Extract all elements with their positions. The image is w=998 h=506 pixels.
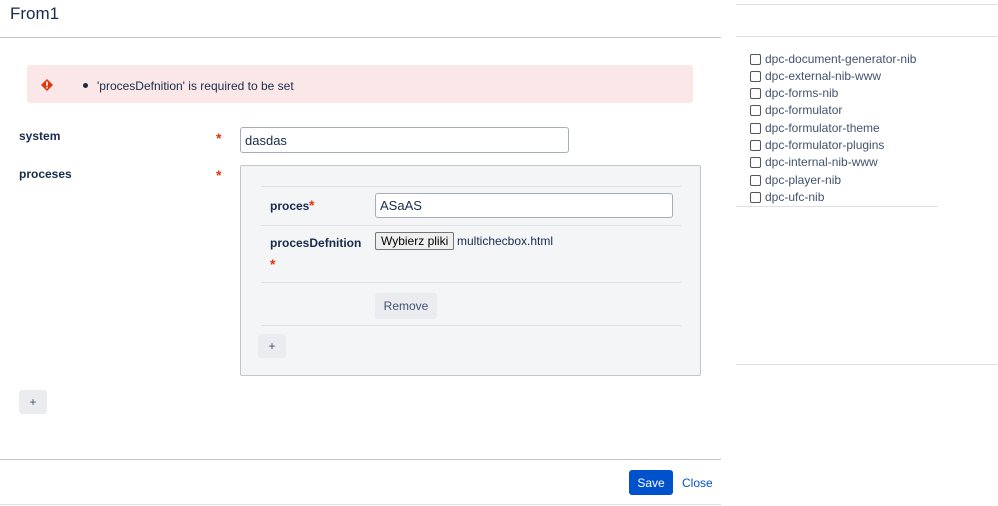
modal-dialog: From1 'procesDefnition' is required to b… [0, 0, 721, 506]
header-divider [0, 37, 721, 38]
system-label: system [19, 129, 61, 143]
add-proces-button[interactable]: + [258, 334, 286, 358]
checkbox-label: dpc-forms-nib [765, 86, 839, 100]
modal-title: From1 [10, 4, 60, 23]
checkbox[interactable] [750, 175, 761, 186]
checkbox[interactable] [750, 123, 761, 134]
add-proceses-button[interactable]: + [19, 390, 47, 414]
row-divider [261, 282, 681, 283]
checkbox-label: dpc-ufc-nib [765, 190, 825, 204]
proceses-required-marker: * [216, 167, 222, 183]
error-bullet [83, 83, 88, 88]
row-divider [261, 186, 681, 187]
selected-file-name: multichecbox.html [457, 234, 554, 248]
checkbox-label: dpc-formulator-plugins [765, 138, 885, 152]
checkbox-label: dpc-formulator-theme [765, 121, 880, 135]
row-divider [261, 225, 681, 226]
footer-divider [0, 459, 721, 460]
sidebar-bottom-divider [736, 364, 998, 365]
system-input[interactable] [240, 127, 569, 153]
row-divider [261, 325, 681, 326]
close-link[interactable]: Close [682, 476, 713, 490]
error-text: 'procesDefnition' is required to be set [97, 79, 294, 93]
checkbox[interactable] [750, 54, 761, 65]
checkbox[interactable] [750, 71, 761, 82]
checkbox[interactable] [750, 140, 761, 151]
checkbox[interactable] [750, 192, 761, 203]
proces-label: proces [270, 199, 310, 213]
procesdefnition-required-marker: * [270, 256, 276, 272]
checkbox-list-divider [736, 206, 938, 207]
sidebar-header-divider [736, 36, 998, 37]
checkbox[interactable] [750, 88, 761, 99]
checkbox[interactable] [750, 105, 761, 116]
error-diamond-icon [41, 79, 53, 91]
checkbox-label: dpc-document-generator-nib [765, 52, 917, 66]
checkbox[interactable] [750, 157, 761, 168]
choose-files-button[interactable]: Wybierz pliki [375, 232, 455, 250]
checkbox-label: dpc-external-nib-www [765, 69, 882, 83]
proceses-label: proceses [19, 167, 72, 181]
procesdefnition-label: procesDefnition [270, 236, 362, 250]
sidebar-top-divider [736, 4, 998, 5]
checkbox-label: dpc-player-nib [765, 173, 842, 187]
save-button[interactable]: Save [629, 470, 673, 495]
checkbox-label: dpc-internal-nib-www [765, 155, 878, 169]
error-message-box: 'procesDefnition' is required to be set [27, 65, 693, 103]
proces-input[interactable] [375, 193, 673, 218]
checkbox-label: dpc-formulator [765, 103, 843, 117]
bottom-divider [0, 504, 721, 505]
remove-button[interactable]: Remove [375, 293, 437, 319]
proces-required-marker: * [309, 197, 315, 213]
system-required-marker: * [216, 130, 222, 146]
